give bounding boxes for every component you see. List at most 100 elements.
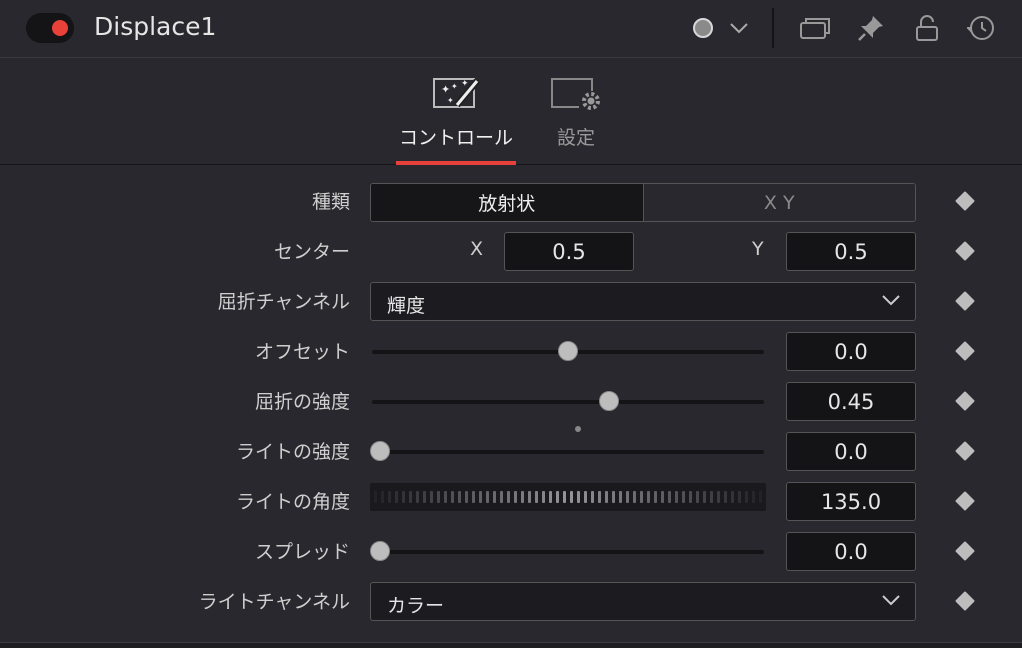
thumbwheel-tick	[416, 491, 419, 503]
thumbwheel-tick	[388, 491, 391, 503]
light-strength-slider-thumb[interactable]	[370, 441, 390, 461]
refraction-channel-label: 屈折チャンネル	[217, 291, 350, 313]
type-option-xy[interactable]: X Y	[643, 184, 915, 221]
type-option-radial[interactable]: 放射状	[371, 184, 644, 221]
keyframe-diamond-icon[interactable]	[955, 491, 975, 511]
keyframe-diamond-icon[interactable]	[955, 391, 975, 411]
thumbwheel-tick	[619, 491, 622, 503]
thumbwheel-tick	[556, 491, 559, 503]
controls-panel: 種類 放射状 X Y センター X 0.5 Y 0.5 屈折チャンネル 輝度 オ…	[0, 166, 1022, 642]
header-divider	[772, 8, 774, 48]
thumbwheel-tick	[542, 491, 545, 503]
thumbwheel-tick	[563, 491, 566, 503]
light-strength-input[interactable]: 0.0	[786, 432, 916, 471]
offset-row: オフセット 0.0	[0, 326, 1022, 376]
thumbwheel-tick	[675, 491, 678, 503]
spread-slider-track[interactable]	[372, 550, 764, 554]
thumbwheel-tick	[486, 491, 489, 503]
keyframe-diamond-icon[interactable]	[955, 341, 975, 361]
refraction-channel-dropdown[interactable]: 輝度	[370, 282, 916, 321]
color-dot-icon[interactable]	[686, 12, 720, 44]
chevron-down-icon	[882, 595, 900, 606]
tab-settings[interactable]: 設定	[546, 59, 606, 165]
thumbwheel-tick	[465, 491, 468, 503]
refraction-strength-label: 屈折の強度	[254, 391, 350, 413]
keyframe-diamond-icon[interactable]	[955, 241, 975, 261]
thumbwheel-tick	[738, 491, 741, 503]
light-strength-label: ライトの強度	[235, 441, 350, 463]
chevron-down-icon[interactable]	[722, 12, 756, 44]
offset-slider-thumb[interactable]	[558, 341, 578, 361]
center-label: センター	[273, 241, 350, 263]
thumbwheel-tick	[521, 491, 524, 503]
svg-text:✦: ✦	[461, 79, 469, 89]
thumbwheel-tick	[409, 491, 412, 503]
thumbwheel-tick	[374, 491, 377, 503]
node-enable-toggle[interactable]	[26, 13, 74, 43]
refraction-channel-row: 屈折チャンネル 輝度	[0, 276, 1022, 326]
light-channel-dropdown[interactable]: カラー	[370, 582, 916, 621]
tab-controls[interactable]: ✦ ✦ ✦ ✦ コントロール	[396, 59, 516, 165]
center-x-input[interactable]: 0.5	[504, 232, 634, 271]
refraction-strength-slider-thumb[interactable]	[599, 391, 620, 411]
thumbwheel-tick	[500, 491, 503, 503]
light-angle-input[interactable]: 135.0	[786, 482, 916, 521]
thumbwheel-tick	[570, 491, 573, 503]
keyframe-diamond-icon[interactable]	[955, 541, 975, 561]
type-row: 種類 放射状 X Y	[0, 176, 1022, 226]
light-angle-thumbwheel[interactable]	[370, 483, 766, 511]
keyframe-diamond-icon[interactable]	[955, 291, 975, 311]
refraction-channel-value: 輝度	[387, 295, 426, 317]
thumbwheel-tick	[437, 491, 440, 503]
thumbwheel-tick	[682, 491, 685, 503]
thumbwheel-tick	[493, 491, 496, 503]
keyframe-diamond-icon[interactable]	[955, 441, 975, 461]
thumbwheel-tick	[626, 491, 629, 503]
thumbwheel-tick	[479, 491, 482, 503]
thumbwheel-tick	[640, 491, 643, 503]
offset-input[interactable]: 0.0	[786, 332, 916, 371]
windows-icon[interactable]	[798, 12, 832, 44]
thumbwheel-tick	[696, 491, 699, 503]
magic-wand-icon: ✦ ✦ ✦ ✦	[433, 78, 480, 108]
panel-bottom-border	[0, 642, 1022, 648]
thumbwheel-tick	[444, 491, 447, 503]
type-segmented-control: 放射状 X Y	[370, 183, 916, 222]
thumbwheel-tick	[451, 491, 454, 503]
spread-label: スプレッド	[254, 541, 350, 563]
center-y-input[interactable]: 0.5	[786, 232, 916, 271]
thumbwheel-tick	[759, 491, 762, 503]
keyframe-diamond-icon[interactable]	[955, 591, 975, 611]
thumbwheel-tick	[507, 491, 510, 503]
light-channel-row: ライトチャンネル カラー	[0, 576, 1022, 626]
thumbwheel-tick	[731, 491, 734, 503]
refraction-strength-slider-track[interactable]	[372, 400, 764, 404]
thumbwheel-tick	[661, 491, 664, 503]
light-channel-label: ライトチャンネル	[198, 591, 350, 613]
thumbwheel-tick	[584, 491, 587, 503]
thumbwheel-tick	[381, 491, 384, 503]
thumbwheel-tick	[654, 491, 657, 503]
lock-icon[interactable]	[910, 12, 944, 44]
spread-slider-thumb[interactable]	[370, 541, 390, 561]
refraction-strength-row: 屈折の強度 0.45	[0, 376, 1022, 432]
reset-icon[interactable]	[965, 12, 999, 44]
spread-input[interactable]: 0.0	[786, 532, 916, 571]
pin-icon[interactable]	[854, 12, 888, 44]
thumbwheel-tick	[752, 491, 755, 503]
svg-text:✦: ✦	[447, 96, 454, 105]
thumbwheel-tick	[395, 491, 398, 503]
center-x-label: X	[470, 238, 484, 260]
thumbwheel-tick	[472, 491, 475, 503]
thumbwheel-tick	[402, 491, 405, 503]
thumbwheel-tick	[430, 491, 433, 503]
active-tab-indicator	[396, 161, 516, 165]
thumbwheel-tick	[710, 491, 713, 503]
settings-icon	[551, 78, 600, 110]
header-bar: Displace1	[0, 0, 1022, 58]
light-angle-label: ライトの角度	[235, 491, 350, 513]
light-strength-slider-track[interactable]	[372, 450, 764, 454]
offset-label: オフセット	[254, 341, 350, 363]
refraction-strength-input[interactable]: 0.45	[786, 382, 916, 421]
keyframe-diamond-icon[interactable]	[955, 191, 975, 211]
